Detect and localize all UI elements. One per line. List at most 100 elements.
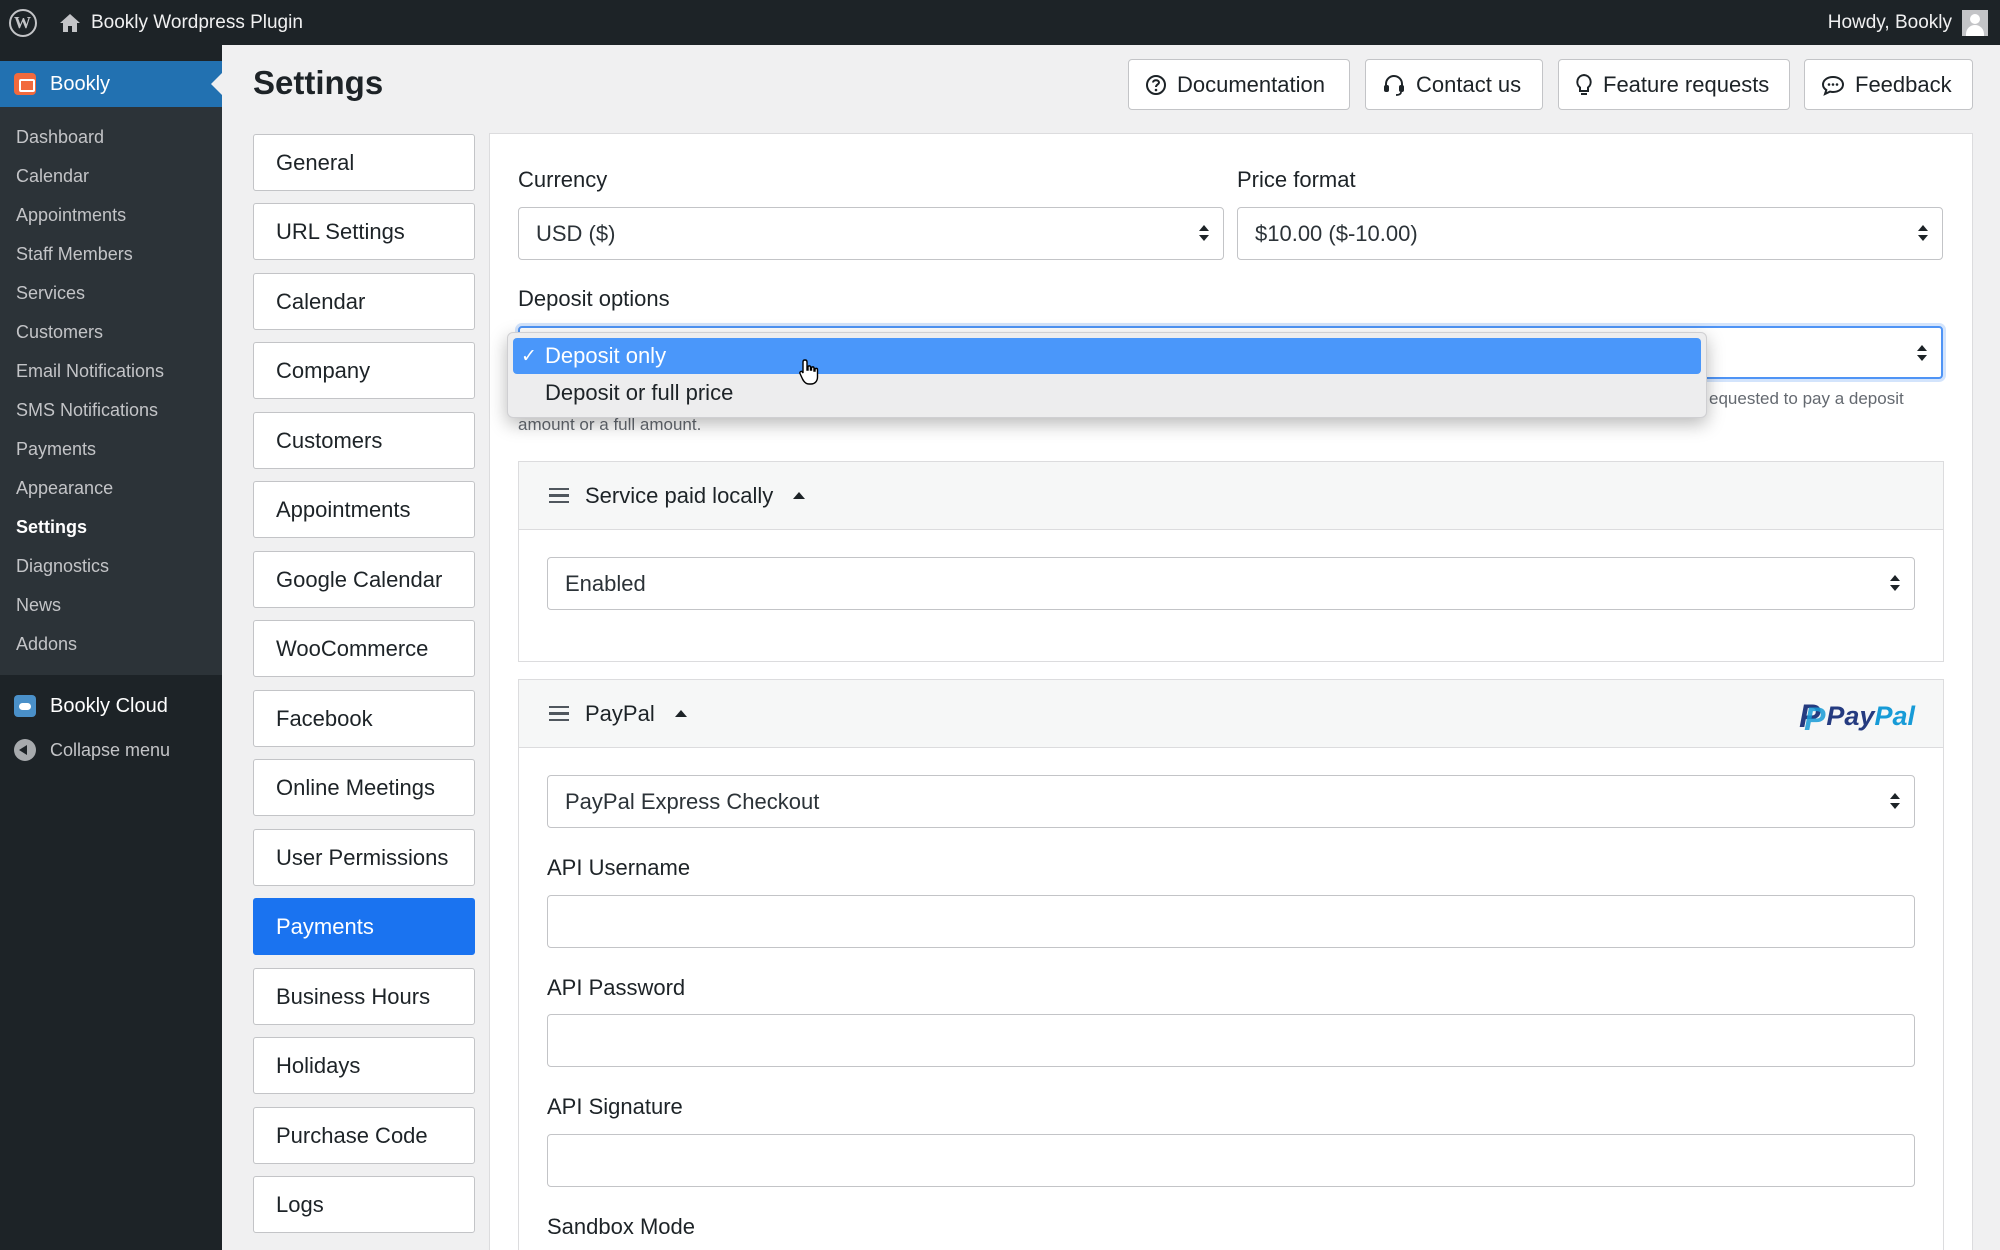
sidebar-submenu: Dashboard Calendar Appointments Staff Me… [0,107,222,675]
api-username-input[interactable] [547,895,1915,948]
sidebar-item-payments[interactable]: Payments [16,439,96,460]
admin-sidebar: Bookly Dashboard Calendar Appointments S… [0,45,222,1250]
select-arrows-icon [1199,225,1209,243]
sidebar-item-appearance[interactable]: Appearance [16,478,113,499]
settings-tab-url-settings[interactable]: URL Settings [253,203,475,260]
settings-tab-payments[interactable]: Payments [253,898,475,955]
documentation-button[interactable]: Documentation [1128,59,1350,110]
feedback-button[interactable]: Feedback [1804,59,1973,110]
settings-tab-purchase-code[interactable]: Purchase Code [253,1107,475,1164]
deposit-options-label: Deposit options [518,286,670,311]
api-username-label: API Username [547,855,691,880]
avatar [1962,9,1988,36]
sidebar-item-news[interactable]: News [16,595,61,616]
site-name-link[interactable]: Bookly Wordpress Plugin [59,12,303,34]
price-format-label: Price format [1237,167,1356,192]
sidebar-item-diagnostics[interactable]: Diagnostics [16,556,109,577]
paypal-method-value: PayPal Express Checkout [565,788,820,814]
sidebar-item-addons[interactable]: Addons [16,634,77,655]
site-name-label: Bookly Wordpress Plugin [91,11,303,33]
contact-us-button[interactable]: Contact us [1365,59,1543,110]
sandbox-mode-label: Sandbox Mode [547,1214,695,1239]
account-menu[interactable]: Howdy, Bookly [1828,0,1988,45]
drag-handle-icon[interactable] [549,487,569,504]
api-signature-label: API Signature [547,1094,683,1119]
caret-up-icon [674,710,687,717]
sidebar-item-dashboard[interactable]: Dashboard [16,127,104,148]
currency-value: USD ($) [536,220,616,246]
feature-requests-button[interactable]: Feature requests [1558,59,1790,110]
headset-icon [1384,74,1404,96]
home-icon [60,13,80,32]
sidebar-cloud-label: Bookly Cloud [50,694,168,717]
settings-tab-general[interactable]: General [253,134,475,191]
paypal-logo: PP PayPal [1799,698,1915,737]
sidebar-item-settings[interactable]: Settings [16,517,87,538]
select-arrows-icon [1890,793,1900,811]
feedback-label: Feedback [1855,71,1952,97]
sidebar-item-sms-notifications[interactable]: SMS Notifications [16,400,158,421]
price-format-value: $10.00 ($-10.00) [1255,220,1418,246]
sidebar-item-bookly[interactable]: Bookly [0,61,222,107]
feature-requests-label: Feature requests [1603,71,1770,97]
dropdown-option-deposit-only[interactable]: ✓ Deposit only [513,338,1701,374]
hand-cursor-icon [799,359,819,385]
question-circle-icon [1146,74,1166,95]
caret-up-icon [793,492,806,499]
dropdown-option-deposit-or-full-price[interactable]: Deposit or full price [513,375,1701,411]
drag-handle-icon[interactable] [549,705,569,722]
sidebar-item-services[interactable]: Services [16,283,85,304]
paypal-header[interactable]: PayPal PP PayPal [519,680,1943,748]
settings-tab-holidays[interactable]: Holidays [253,1037,475,1094]
service-paid-locally-title: Service paid locally [585,482,774,508]
bookly-icon [14,73,36,95]
select-arrows-icon [1918,225,1928,243]
select-arrows-icon [1890,575,1900,593]
select-arrows-icon [1917,345,1927,363]
deposit-options-dropdown: ✓ Deposit only Deposit or full price [507,332,1707,418]
paypal-method-select[interactable]: PayPal Express Checkout [547,775,1915,828]
sidebar-item-email-notifications[interactable]: Email Notifications [16,361,164,382]
sidebar-item-staff-members[interactable]: Staff Members [16,244,133,265]
service-paid-locally-select[interactable]: Enabled [547,557,1915,610]
settings-tab-business-hours[interactable]: Business Hours [253,968,475,1025]
api-password-label: API Password [547,975,686,1000]
settings-tab-facebook[interactable]: Facebook [253,690,475,747]
collapse-menu-label: Collapse menu [50,739,171,760]
sidebar-plugin-title: Bookly [50,72,111,95]
settings-tab-calendar[interactable]: Calendar [253,273,475,330]
api-password-input[interactable] [547,1014,1915,1067]
settings-tab-google-calendar[interactable]: Google Calendar [253,551,475,608]
settings-tab-user-permissions[interactable]: User Permissions [253,829,475,886]
sidebar-item-appointments[interactable]: Appointments [16,205,126,226]
deposit-help-text-bottom: amount or a full amount. [518,415,702,434]
settings-tab-woocommerce[interactable]: WooCommerce [253,620,475,677]
settings-tab-customers[interactable]: Customers [253,412,475,469]
settings-tab-company[interactable]: Company [253,342,475,399]
lightbulb-icon [1576,73,1592,95]
settings-tab-appointments[interactable]: Appointments [253,481,475,538]
price-format-select[interactable]: $10.00 ($-10.00) [1237,207,1943,260]
sidebar-item-customers[interactable]: Customers [16,322,103,343]
collapse-arrow-icon [14,739,36,761]
page-title: Settings [253,64,384,101]
documentation-label: Documentation [1177,71,1325,97]
deposit-help-text-right: equested to pay a deposit [1709,389,1904,408]
checkmark-icon: ✓ [521,345,537,367]
cloud-icon [14,695,36,717]
api-signature-input[interactable] [547,1134,1915,1187]
paypal-title: PayPal [585,700,655,726]
wordpress-logo-icon[interactable]: W [0,0,45,45]
service-paid-locally-header[interactable]: Service paid locally [519,462,1943,530]
currency-select[interactable]: USD ($) [518,207,1224,260]
contact-us-label: Contact us [1416,71,1522,97]
dropdown-option-label: Deposit or full price [545,380,734,405]
sidebar-item-bookly-cloud[interactable]: Bookly Cloud [0,684,222,728]
service-paid-locally-value: Enabled [565,570,646,596]
collapse-menu-button[interactable]: Collapse menu [0,728,222,772]
settings-tab-logs[interactable]: Logs [253,1176,475,1233]
currency-label: Currency [518,167,608,192]
settings-tab-online-meetings[interactable]: Online Meetings [253,759,475,816]
sidebar-item-calendar[interactable]: Calendar [16,166,89,187]
speech-bubble-icon [1821,75,1845,96]
